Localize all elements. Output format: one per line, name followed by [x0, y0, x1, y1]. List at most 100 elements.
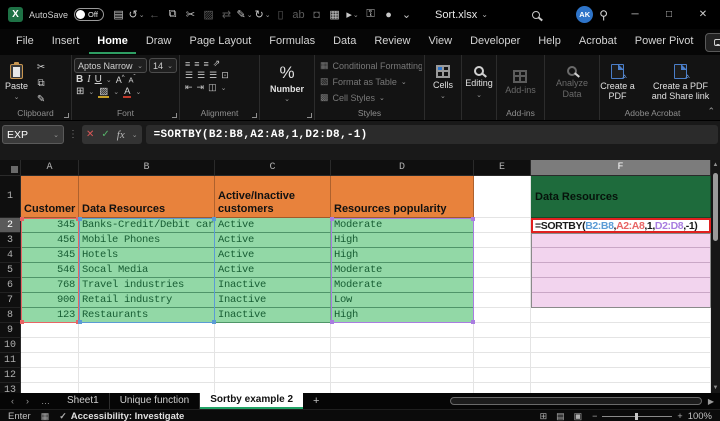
cell-styles-button[interactable]: ▩ Cell Styles⌄ — [320, 90, 422, 105]
font-size-combo[interactable]: 14⌄ — [149, 58, 177, 73]
cell-F8[interactable] — [531, 308, 711, 323]
format-painter-icon[interactable]: ✎ — [33, 92, 49, 106]
new-sheet-button[interactable]: + — [305, 395, 327, 407]
ribbon-tab-developer[interactable]: Developer — [462, 31, 528, 54]
format-painter-icon[interactable]: ✎⌄ — [236, 5, 253, 25]
cell-A12[interactable] — [21, 368, 79, 383]
cell-C11[interactable] — [215, 353, 331, 368]
borders-button[interactable]: ⊞ — [76, 86, 84, 97]
row-header-6[interactable]: 6 — [0, 278, 21, 293]
column-header-C[interactable]: C — [215, 160, 331, 176]
cell-C4[interactable]: Active — [215, 248, 331, 263]
cell-E6[interactable] — [474, 278, 531, 293]
sheet-list-icon[interactable]: … — [36, 396, 55, 406]
cell-B13[interactable] — [79, 383, 215, 393]
row-header-5[interactable]: 5 — [0, 263, 21, 278]
undo-icon[interactable]: ↺⌄ — [128, 5, 145, 25]
column-header-D[interactable]: D — [331, 160, 474, 176]
decrease-indent-icon[interactable]: ⇤ — [185, 82, 192, 93]
cell-E2[interactable] — [474, 218, 531, 233]
page-break-view-icon[interactable]: ▣ — [574, 411, 583, 421]
cell-F6[interactable] — [531, 278, 711, 293]
paste-button[interactable]: Paste ⌄ — [2, 58, 31, 107]
font-color-button[interactable]: A — [123, 86, 131, 97]
cell-D1[interactable]: Resources popularity — [331, 176, 474, 218]
fill-color-button[interactable]: ▨ — [98, 86, 109, 97]
scroll-up-icon[interactable]: ▲ — [713, 160, 719, 170]
cell-F1[interactable]: Data Resources — [531, 176, 711, 218]
ribbon-tab-help[interactable]: Help — [530, 31, 569, 54]
cell-C13[interactable] — [215, 383, 331, 393]
format-as-table-button[interactable]: ▧ Format as Table⌄ — [320, 74, 422, 89]
create-pdf-share-button[interactable]: Create a PDF and Share link — [649, 58, 713, 107]
row-header-13[interactable]: 13 — [0, 383, 21, 393]
prev-sheet-icon[interactable]: ‹ — [6, 396, 19, 406]
editing-button[interactable]: Editing ⌄ — [462, 58, 496, 107]
cell-C1[interactable]: Active/Inactive customers — [215, 176, 331, 218]
cell-A4[interactable]: 345 — [21, 248, 79, 263]
cell-D11[interactable] — [331, 353, 474, 368]
cell-B9[interactable] — [79, 323, 215, 338]
cell-A11[interactable] — [21, 353, 79, 368]
cell-C7[interactable]: Inactive — [215, 293, 331, 308]
cell-D12[interactable] — [331, 368, 474, 383]
row-header-7[interactable]: 7 — [0, 293, 21, 308]
merge-center-icon[interactable]: ◫ — [208, 82, 216, 93]
cell-A7[interactable]: 900 — [21, 293, 79, 308]
ribbon-tab-review[interactable]: Review — [366, 31, 418, 54]
collapse-ribbon-icon[interactable]: ⌃ — [707, 106, 720, 120]
enter-icon[interactable]: ✓ — [101, 129, 109, 140]
cell-E7[interactable] — [474, 293, 531, 308]
cell-D10[interactable] — [331, 338, 474, 353]
cell-F4[interactable] — [531, 248, 711, 263]
column-header-F[interactable]: F — [531, 160, 711, 176]
dialog-launcher-icon[interactable] — [252, 113, 257, 118]
grow-font-button[interactable]: A^ — [116, 75, 125, 85]
cell-A2[interactable]: 345 — [21, 218, 79, 233]
row-header-10[interactable]: 10 — [0, 338, 21, 353]
wrap-text-icon[interactable]: ⊡ — [221, 70, 228, 81]
align-bottom-icon[interactable]: ≡ — [204, 59, 208, 69]
ribbon-tab-data[interactable]: Data — [325, 31, 364, 54]
cell-B10[interactable] — [79, 338, 215, 353]
cell-B3[interactable]: Mobile Phones — [79, 233, 215, 248]
cell-B8[interactable]: Restaurants — [79, 308, 215, 323]
cell-F10[interactable] — [531, 338, 711, 353]
avatar[interactable]: AK — [576, 6, 593, 23]
orientation-icon[interactable]: ⇗ — [213, 58, 220, 69]
accessibility-status[interactable]: ✓ Accessibility: Investigate — [59, 411, 184, 421]
excel-logo-icon[interactable]: X — [8, 7, 23, 22]
cell-C2[interactable]: Active — [215, 218, 331, 233]
normal-view-icon[interactable]: ⊞ — [540, 411, 548, 421]
name-box[interactable]: EXP ⌄ — [2, 125, 64, 144]
document-title[interactable]: Sort.xlsx ⌄ — [435, 9, 488, 21]
row-header-4[interactable]: 4 — [0, 248, 21, 263]
cell-E13[interactable] — [474, 383, 531, 393]
zoom-slider[interactable] — [602, 416, 672, 417]
ribbon-tab-formulas[interactable]: Formulas — [261, 31, 323, 54]
play-icon[interactable]: ▸⌄ — [344, 5, 361, 25]
vertical-scrollbar[interactable]: ▲ ▼ — [711, 160, 720, 393]
cell-D6[interactable]: Moderate — [331, 278, 474, 293]
cell-C8[interactable]: Inactive — [215, 308, 331, 323]
create-pdf-button[interactable]: Create a PDF — [593, 58, 643, 107]
percent-style-button[interactable]: % — [279, 63, 294, 83]
zoom-in-icon[interactable]: + — [677, 411, 682, 421]
cell-B7[interactable]: Retail industry — [79, 293, 215, 308]
scroll-right-icon[interactable]: ▶ — [706, 397, 720, 406]
cell-B1[interactable]: Data Resources — [79, 176, 215, 218]
cell-F11[interactable] — [531, 353, 711, 368]
cell-B5[interactable]: Socal Media — [79, 263, 215, 278]
permissions-icon[interactable]: ⚿ — [362, 5, 379, 25]
redo-icon[interactable]: ↻⌄ — [254, 5, 271, 25]
cell-A3[interactable]: 456 — [21, 233, 79, 248]
cell-A13[interactable] — [21, 383, 79, 393]
formula-input[interactable]: =SORTBY(B2:B8,A2:A8,1,D2:D8,-1) — [146, 125, 718, 144]
cell-D13[interactable] — [331, 383, 474, 393]
column-header-A[interactable]: A — [21, 160, 79, 176]
vertical-scroll-thumb[interactable] — [713, 173, 718, 241]
search-icon[interactable] — [532, 11, 540, 19]
toolbar-overflow-icon[interactable]: ⌄ — [398, 5, 415, 25]
cell-F9[interactable] — [531, 323, 711, 338]
copy-icon[interactable]: ⧉ — [33, 76, 49, 90]
